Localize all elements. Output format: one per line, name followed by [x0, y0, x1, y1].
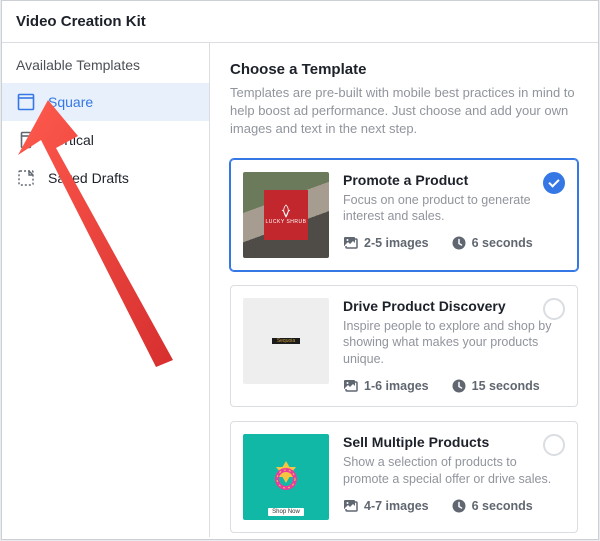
sidebar: Available Templates Square Vertical Save…	[2, 43, 210, 537]
template-card-description: Focus on one product to generate interes…	[343, 192, 565, 226]
images-stat: 1-6 images	[343, 378, 429, 394]
images-icon	[343, 235, 359, 251]
thumbnail-badge-text: LUCKY SHRUB	[266, 220, 307, 226]
template-card-stats: 1-6 images 15 seconds	[343, 378, 565, 394]
template-card-title: Sell Multiple Products	[343, 434, 565, 450]
template-card-description: Inspire people to explore and shop by sh…	[343, 318, 565, 369]
template-thumbnail: Shop Now	[243, 434, 329, 520]
video-creation-kit-panel: Video Creation Kit Available Templates S…	[1, 0, 599, 540]
template-card-title: Drive Product Discovery	[343, 298, 565, 314]
square-icon	[16, 92, 36, 112]
sidebar-item-label: Vertical	[48, 132, 94, 148]
template-card-description: Show a selection of products to promote …	[343, 454, 565, 488]
sidebar-heading: Available Templates	[2, 57, 209, 83]
sidebar-item-vertical[interactable]: Vertical	[2, 121, 209, 159]
thumbnail-cta: Shop Now	[268, 508, 304, 516]
template-card-title: Promote a Product	[343, 172, 565, 188]
images-icon	[343, 378, 359, 394]
duration-stat: 6 seconds	[451, 235, 533, 251]
clock-icon	[451, 498, 467, 514]
images-stat: 2-5 images	[343, 235, 429, 251]
selection-radio[interactable]	[543, 172, 565, 194]
panel-body: Available Templates Square Vertical Save…	[2, 43, 598, 537]
template-thumbnail: Sequoia	[243, 298, 329, 384]
template-card-body: Promote a Product Focus on one product t…	[343, 172, 565, 258]
sidebar-item-square[interactable]: Square	[2, 83, 209, 121]
duration-stat: 6 seconds	[451, 498, 533, 514]
selection-radio[interactable]	[543, 298, 565, 320]
template-card-stats: 2-5 images 6 seconds	[343, 235, 565, 251]
panel-title: Video Creation Kit	[16, 13, 584, 30]
vertical-icon	[16, 130, 36, 150]
template-card-body: Sell Multiple Products Show a selection …	[343, 434, 565, 520]
sidebar-item-label: Square	[48, 94, 93, 110]
template-thumbnail: LUCKY SHRUB	[243, 172, 329, 258]
clock-icon	[451, 378, 467, 394]
template-card-drive-discovery[interactable]: Sequoia Drive Product Discovery Inspire …	[230, 285, 578, 408]
clock-icon	[451, 235, 467, 251]
drafts-icon	[16, 168, 36, 188]
template-card-body: Drive Product Discovery Inspire people t…	[343, 298, 565, 395]
panel-header: Video Creation Kit	[2, 1, 598, 43]
main-content: Choose a Template Templates are pre-buil…	[210, 43, 598, 537]
images-icon	[343, 498, 359, 514]
sidebar-item-saved-drafts[interactable]: Saved Drafts	[2, 159, 209, 197]
sidebar-item-label: Saved Drafts	[48, 170, 129, 186]
images-stat: 4-7 images	[343, 498, 429, 514]
template-card-promote-product[interactable]: LUCKY SHRUB Promote a Product Focus on o…	[230, 159, 578, 271]
duration-stat: 15 seconds	[451, 378, 540, 394]
template-card-stats: 4-7 images 6 seconds	[343, 498, 565, 514]
main-title: Choose a Template	[230, 61, 578, 78]
main-description: Templates are pre-built with mobile best…	[230, 84, 578, 139]
template-card-sell-multiple[interactable]: Shop Now Sell Multiple Products Show a s…	[230, 421, 578, 533]
